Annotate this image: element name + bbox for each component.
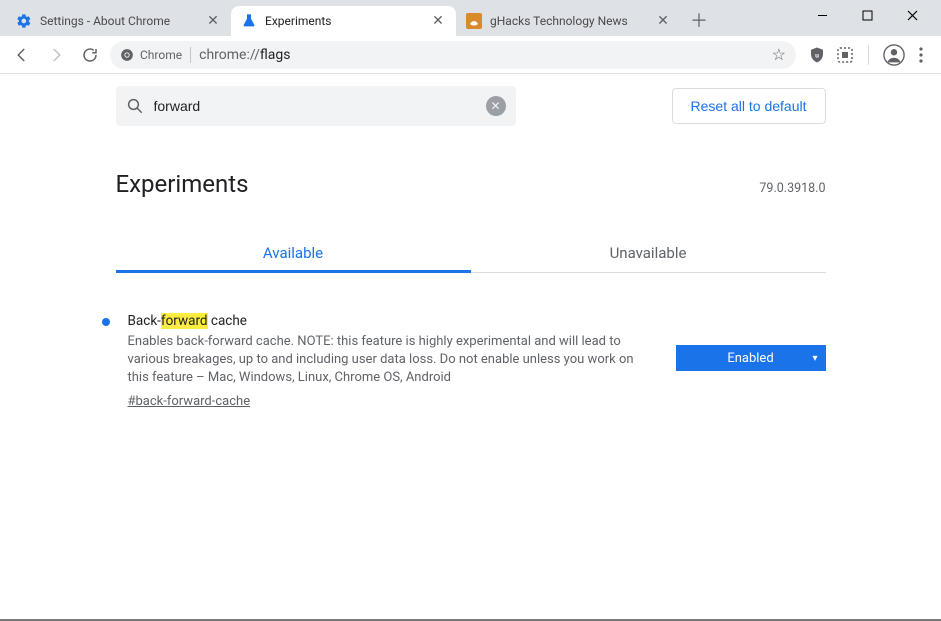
menu-kebab-icon[interactable] [915,47,927,63]
browser-tab-experiments[interactable]: Experiments ✕ [231,6,456,36]
clear-search-icon[interactable]: ✕ [486,96,506,116]
close-icon[interactable]: ✕ [655,13,671,29]
experiment-description: Enables back-forward cache. NOTE: this f… [128,333,658,388]
select-value: Enabled [727,351,773,366]
site-identity-label: Chrome [140,48,182,62]
browser-tab-settings[interactable]: Settings - About Chrome ✕ [6,6,231,36]
url-text: chrome://flags [199,47,764,63]
close-icon[interactable]: ✕ [430,13,446,29]
chrome-version: 79.0.3918.0 [759,181,825,196]
search-highlight: forward [161,313,208,329]
new-tab-button[interactable]: ＋ [685,6,713,34]
page-title: Experiments [116,170,249,198]
maximize-button[interactable] [845,0,890,30]
tab-available[interactable]: Available [116,234,471,272]
minimize-button[interactable] [800,0,845,30]
browser-tab-ghacks[interactable]: gHacks Technology News ✕ [456,6,681,36]
search-input[interactable] [154,98,476,114]
chrome-icon [120,48,134,62]
tab-unavailable[interactable]: Unavailable [471,234,826,272]
address-bar[interactable]: Chrome chrome://flags ☆ [110,41,796,69]
separator [190,47,191,63]
reload-button[interactable] [76,41,104,69]
svg-text:u: u [815,51,819,59]
content-tabs: Available Unavailable [116,234,826,273]
extension-icons: u [802,44,933,66]
experiment-item: Back-forward cache Enables back-forward … [116,313,826,409]
close-window-button[interactable] [890,0,935,30]
reset-all-button[interactable]: Reset all to default [672,88,826,124]
profile-avatar-icon[interactable] [883,44,905,66]
flags-search-box[interactable]: ✕ [116,86,516,126]
experiment-anchor-link[interactable]: #back-forward-cache [128,394,251,409]
tab-strip: Settings - About Chrome ✕ Experiments ✕ … [0,0,800,36]
page-content: ✕ Reset all to default Experiments 79.0.… [116,74,826,409]
gear-icon [16,13,32,29]
forward-button[interactable] [42,41,70,69]
bookmark-star-icon[interactable]: ☆ [772,45,786,64]
browser-toolbar: Chrome chrome://flags ☆ u [0,36,941,74]
ublock-icon[interactable]: u [808,46,826,64]
experiment-state-select[interactable]: Enabled [676,345,826,371]
page-content-scroll[interactable]: ✕ Reset all to default Experiments 79.0.… [0,74,941,619]
close-icon[interactable]: ✕ [205,13,221,29]
experiment-title: Back-forward cache [128,313,658,329]
ghacks-icon [466,13,482,29]
window-controls [800,0,941,30]
separator [868,45,869,65]
experiment-modified-dot-icon [102,318,110,326]
site-identity[interactable]: Chrome [120,48,182,62]
flask-icon [241,13,257,29]
tab-title: Experiments [265,14,422,28]
search-icon [126,97,144,115]
tab-title: gHacks Technology News [490,14,647,28]
extension-icon[interactable] [836,46,854,64]
back-button[interactable] [8,41,36,69]
window-titlebar: Settings - About Chrome ✕ Experiments ✕ … [0,0,941,36]
tab-title: Settings - About Chrome [40,14,197,28]
